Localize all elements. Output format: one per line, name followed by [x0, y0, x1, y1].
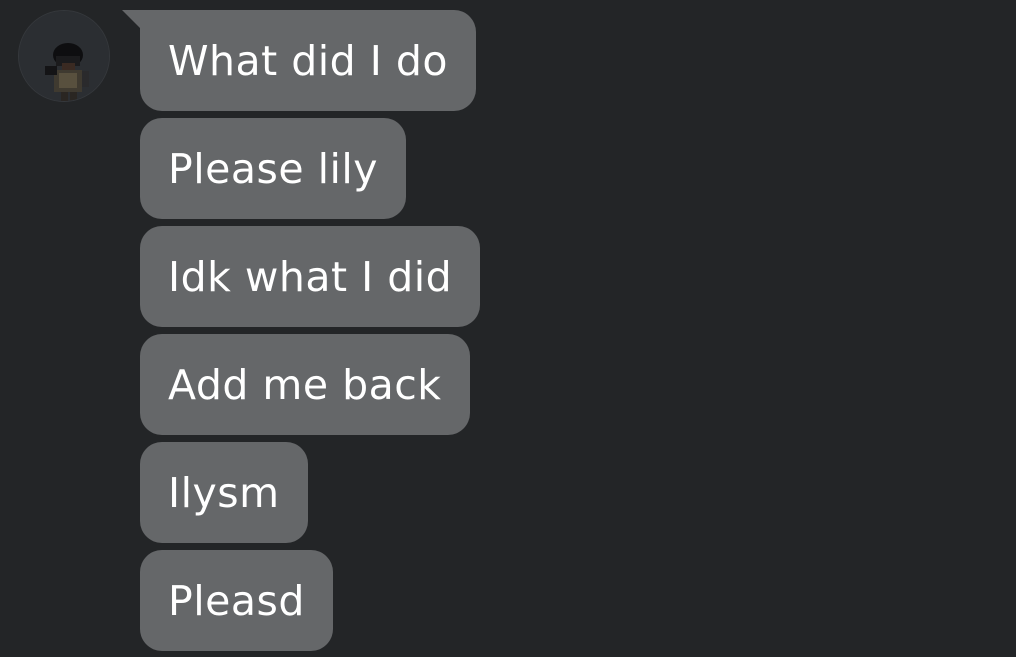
message-text: Idk what I did: [168, 252, 453, 301]
message-text: Add me back: [168, 360, 442, 409]
message-bubble[interactable]: Add me back: [140, 334, 470, 435]
message-text: What did I do: [168, 36, 448, 85]
message-bubble[interactable]: What did I do: [122, 10, 476, 111]
message-group: What did I do Please lily Idk what I did…: [122, 10, 481, 651]
message-text: Please lily: [168, 144, 379, 193]
message-bubble[interactable]: Please lily: [140, 118, 407, 219]
sender-avatar[interactable]: [18, 10, 110, 102]
message-bubble[interactable]: Ilysm: [140, 442, 308, 543]
bubble-tail: [122, 10, 140, 28]
message-bubble[interactable]: Pleasd: [140, 550, 333, 651]
message-text: Ilysm: [168, 468, 280, 517]
message-bubble[interactable]: Idk what I did: [140, 226, 481, 327]
roblox-avatar-icon: [19, 11, 109, 101]
message-text: Pleasd: [168, 576, 305, 625]
chat-thread: What did I do Please lily Idk what I did…: [0, 0, 1016, 657]
